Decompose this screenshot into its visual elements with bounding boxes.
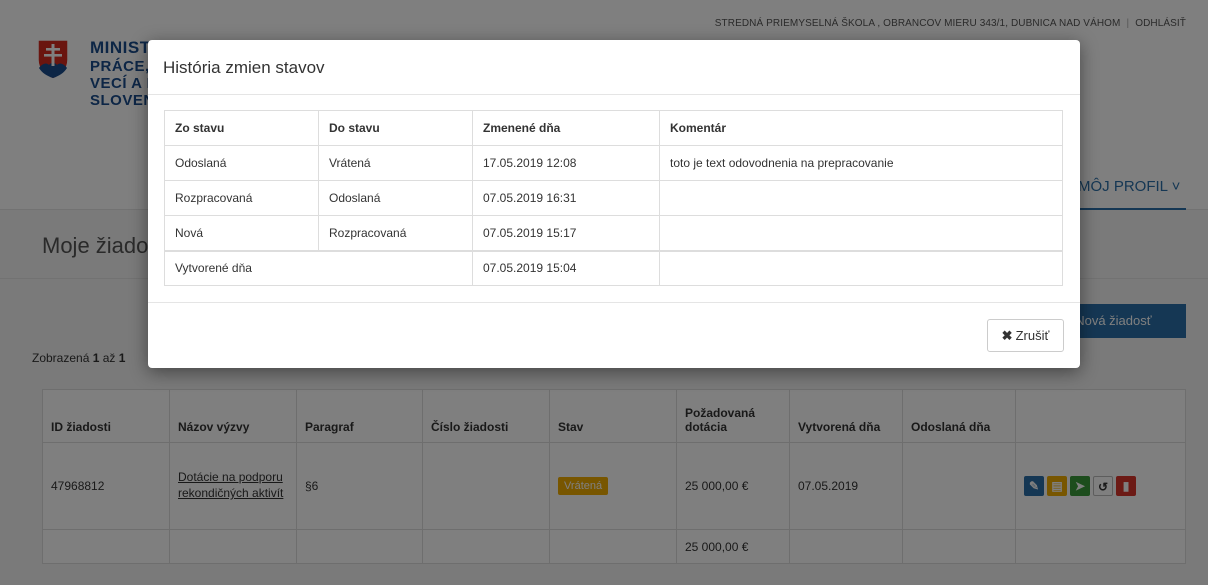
comment	[659, 180, 1063, 216]
created-row: Vytvorené dňa 07.05.2019 15:04	[164, 249, 1063, 286]
history-row: Nová Rozpracovaná 07.05.2019 15:17	[164, 215, 1063, 251]
to-state: Odoslaná	[318, 180, 473, 216]
modal-title: História zmien stavov	[163, 58, 325, 77]
close-icon: ✖	[1001, 327, 1013, 343]
cancel-label: Zrušiť	[1015, 327, 1050, 343]
col-changed-date: Zmenené dňa	[472, 110, 660, 146]
changed-date: 17.05.2019 12:08	[472, 145, 660, 181]
col-from-state: Zo stavu	[164, 110, 319, 146]
history-table: Zo stavu Do stavu Zmenené dňa Komentár O…	[164, 110, 1063, 286]
to-state: Vrátená	[318, 145, 473, 181]
from-state: Odoslaná	[164, 145, 319, 181]
from-state: Nová	[164, 215, 319, 251]
col-comment: Komentár	[659, 110, 1063, 146]
to-state: Rozpracovaná	[318, 215, 473, 251]
cancel-button[interactable]: ✖ Zrušiť	[987, 319, 1064, 352]
comment	[659, 215, 1063, 251]
comment: toto je text odovodnenia na prepracovani…	[659, 145, 1063, 181]
col-to-state: Do stavu	[318, 110, 473, 146]
modal-body: Zo stavu Do stavu Zmenené dňa Komentár O…	[148, 95, 1080, 303]
changed-date: 07.05.2019 15:17	[472, 215, 660, 251]
status-history-modal: História zmien stavov Zo stavu Do stavu …	[148, 40, 1080, 368]
created-label: Vytvorené dňa	[164, 249, 473, 286]
history-row: Rozpracovaná Odoslaná 07.05.2019 16:31	[164, 180, 1063, 216]
modal-header: História zmien stavov	[148, 40, 1080, 95]
changed-date: 07.05.2019 16:31	[472, 180, 660, 216]
history-header-row: Zo stavu Do stavu Zmenené dňa Komentár	[164, 110, 1063, 146]
created-comment	[659, 249, 1063, 286]
created-date: 07.05.2019 15:04	[472, 249, 660, 286]
modal-footer: ✖ Zrušiť	[148, 303, 1080, 367]
from-state: Rozpracovaná	[164, 180, 319, 216]
history-row: Odoslaná Vrátená 17.05.2019 12:08 toto j…	[164, 145, 1063, 181]
